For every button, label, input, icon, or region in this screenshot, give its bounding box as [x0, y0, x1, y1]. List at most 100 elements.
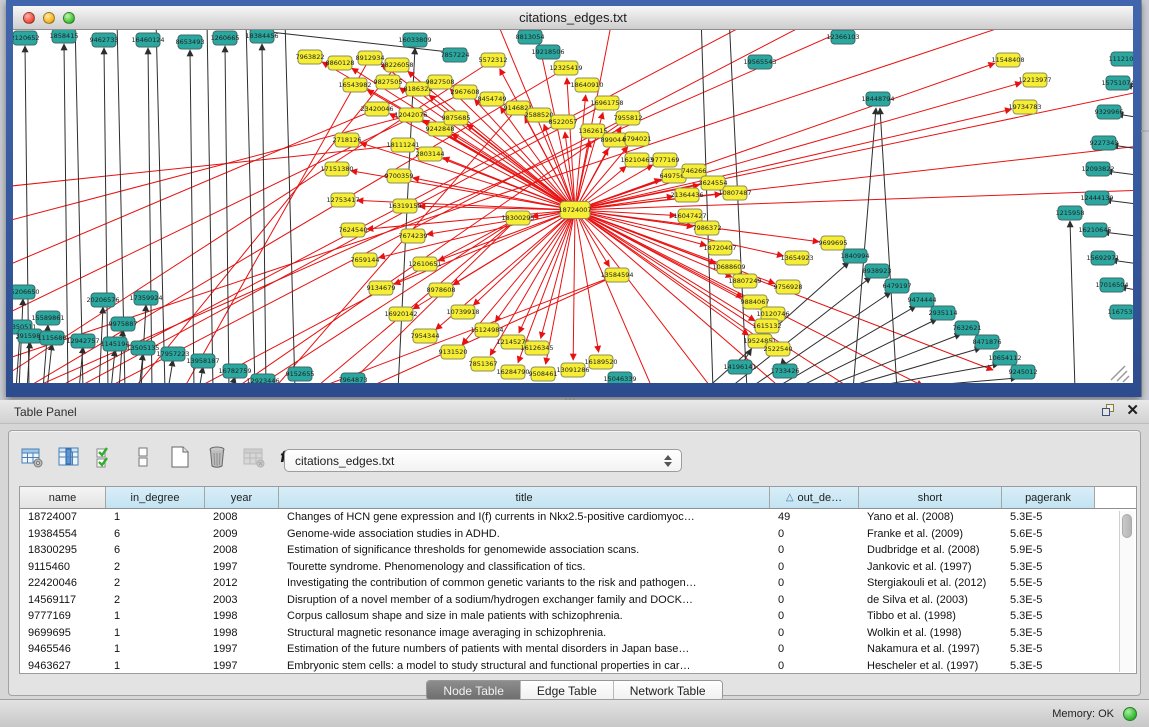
tab-network-table[interactable]: Network Table	[614, 681, 722, 700]
tab-edge-table[interactable]: Edge Table	[521, 681, 614, 700]
graph-node[interactable]: 18720407	[703, 241, 736, 255]
graph-node[interactable]: 1615132	[753, 319, 782, 333]
graph-node[interactable]: 18300295	[501, 211, 534, 225]
graph-node[interactable]: 12753417	[326, 193, 359, 207]
graph-node[interactable]: 16210645	[1078, 223, 1111, 237]
graph-node[interactable]: 20206576	[86, 293, 119, 307]
graph-node[interactable]: 12923446	[246, 374, 279, 383]
graph-node[interactable]: 16920142	[384, 307, 417, 321]
graph-node[interactable]: 7963822	[296, 50, 325, 64]
graph-node[interactable]: 16033809	[398, 33, 431, 47]
network-canvas-svg[interactable]: 1872400779638228860128891293428226058982…	[13, 30, 1133, 383]
graph-node[interactable]: 7954344	[411, 329, 440, 343]
table-row[interactable]: 2242004622012Investigating the contribut…	[20, 575, 1136, 592]
graph-node[interactable]: 2935114	[929, 306, 958, 320]
graph-node[interactable]: 7674239	[399, 229, 428, 243]
graph-node[interactable]: 1112104	[1109, 52, 1133, 66]
graph-node[interactable]: 9134679	[367, 281, 396, 295]
table-row[interactable]: 1872400712008Changes of HCN gene express…	[20, 509, 1136, 526]
delete-columns-button[interactable]	[204, 444, 230, 470]
graph-node[interactable]: 8813054	[516, 30, 545, 44]
table-row[interactable]: 946362711997Embryonic stem cells: a mode…	[20, 658, 1136, 675]
graph-node[interactable]: 8471876	[973, 335, 1002, 349]
zoom-window-button[interactable]	[63, 12, 75, 24]
graph-node[interactable]: 18724007	[558, 202, 591, 219]
table-row[interactable]: 977716911998Corpus callosum shape and si…	[20, 608, 1136, 625]
graph-node[interactable]: 16782759	[218, 364, 251, 378]
graph-node[interactable]: 16189520	[584, 355, 617, 369]
graph-node[interactable]: 12942757	[66, 334, 99, 348]
graph-node[interactable]: 9699695	[819, 236, 848, 250]
graph-node[interactable]: 7964873	[339, 373, 368, 383]
graph-node[interactable]: 9827505	[374, 75, 403, 89]
graph-node[interactable]: 8653493	[176, 35, 205, 49]
graph-node[interactable]: 8938923	[863, 264, 892, 278]
graph-node[interactable]: 18384456	[245, 30, 278, 43]
graph-node[interactable]: 14196141	[723, 360, 756, 374]
column-header-in_degree[interactable]: in_degree	[106, 487, 205, 508]
graph-node[interactable]: 13505135	[126, 341, 159, 355]
graph-node[interactable]: 2522540	[764, 342, 793, 356]
column-header-year[interactable]: year	[205, 487, 279, 508]
graph-node[interactable]: 12366103	[826, 30, 859, 44]
graph-node[interactable]: 19734783	[1008, 100, 1041, 114]
scrollbar-thumb[interactable]	[1122, 514, 1132, 538]
graph-node[interactable]: 9245012	[1009, 365, 1038, 379]
close-panel-icon[interactable]: ✕	[1126, 403, 1139, 418]
graph-node[interactable]: 9700359	[385, 169, 414, 183]
select-all-rows-button[interactable]	[93, 444, 119, 470]
graph-node[interactable]: 15751074	[1101, 76, 1133, 90]
graph-node[interactable]: 7986372	[693, 221, 722, 235]
graph-node[interactable]: 16543982	[338, 78, 371, 92]
graph-node[interactable]: 9827508	[426, 75, 455, 89]
graph-node[interactable]: 1167533	[1108, 305, 1133, 319]
graph-node[interactable]: 7659144	[351, 253, 380, 267]
graph-node[interactable]: 18807249	[728, 274, 761, 288]
graph-node[interactable]: 9462733	[90, 33, 119, 47]
canvas-resize-grip[interactable]	[1111, 366, 1129, 382]
graph-node[interactable]: 5572312	[479, 53, 508, 67]
graph-node[interactable]: 9875685	[442, 111, 471, 125]
table-options-button[interactable]	[19, 444, 45, 470]
column-header-out_de[interactable]: △out_de…	[770, 487, 859, 508]
graph-node[interactable]: 16126345	[520, 341, 553, 355]
column-header-short[interactable]: short	[859, 487, 1002, 508]
graph-node[interactable]: 7857224	[441, 48, 470, 62]
memory-ok-led-icon[interactable]	[1123, 707, 1137, 721]
graph-node[interactable]: 9131520	[439, 345, 468, 359]
table-row[interactable]: 1830029562008Estimation of significance …	[20, 542, 1136, 559]
graph-node[interactable]: 1858415	[50, 30, 79, 43]
graph-node[interactable]: 12610651	[408, 257, 441, 271]
delete-table-button[interactable]	[241, 444, 267, 470]
graph-node[interactable]: 9474444	[908, 293, 937, 307]
column-header-pagerank[interactable]: pagerank	[1002, 487, 1095, 508]
table-row[interactable]: 1938455462009Genome-wide association stu…	[20, 526, 1136, 543]
close-window-button[interactable]	[23, 12, 35, 24]
graph-node[interactable]: 13654923	[780, 251, 813, 265]
network-view[interactable]: 1872400779638228860128891293428226058982…	[13, 30, 1133, 383]
graph-node[interactable]: 12444139	[1080, 191, 1113, 205]
graph-node[interactable]: 16210463	[620, 153, 653, 167]
graph-node[interactable]: 10739918	[446, 305, 479, 319]
graph-node[interactable]: 2967608	[451, 85, 480, 99]
graph-node[interactable]: 9152655	[286, 367, 315, 381]
graph-node[interactable]: 9777169	[651, 153, 680, 167]
graph-node[interactable]: 16284790	[496, 365, 529, 379]
table-selector-dropdown[interactable]: citations_edges.txt	[284, 449, 682, 472]
node-layer[interactable]: 1872400779638228860128891293428226058982…	[13, 30, 1133, 383]
graph-node[interactable]: 10807487	[718, 186, 751, 200]
graph-node[interactable]: 18640910	[570, 78, 603, 92]
graph-node[interactable]: 28226058	[380, 58, 413, 72]
graph-node[interactable]: 7955812	[614, 111, 643, 125]
graph-node[interactable]: 1733426	[771, 364, 800, 378]
graph-node[interactable]: 17957223	[156, 347, 189, 361]
graph-node[interactable]: 12325419	[549, 61, 582, 75]
float-panel-icon[interactable]	[1101, 403, 1116, 418]
graph-node[interactable]: 12042076	[394, 108, 427, 122]
graph-node[interactable]: 16460124	[131, 33, 164, 47]
graph-node[interactable]: 12093822	[1081, 162, 1114, 176]
graph-node[interactable]: 16961758	[590, 96, 623, 110]
graph-node[interactable]: 15589861	[31, 311, 64, 325]
network-window-titlebar[interactable]: citations_edges.txt	[13, 6, 1133, 30]
graph-node[interactable]: 1260665	[211, 31, 240, 45]
